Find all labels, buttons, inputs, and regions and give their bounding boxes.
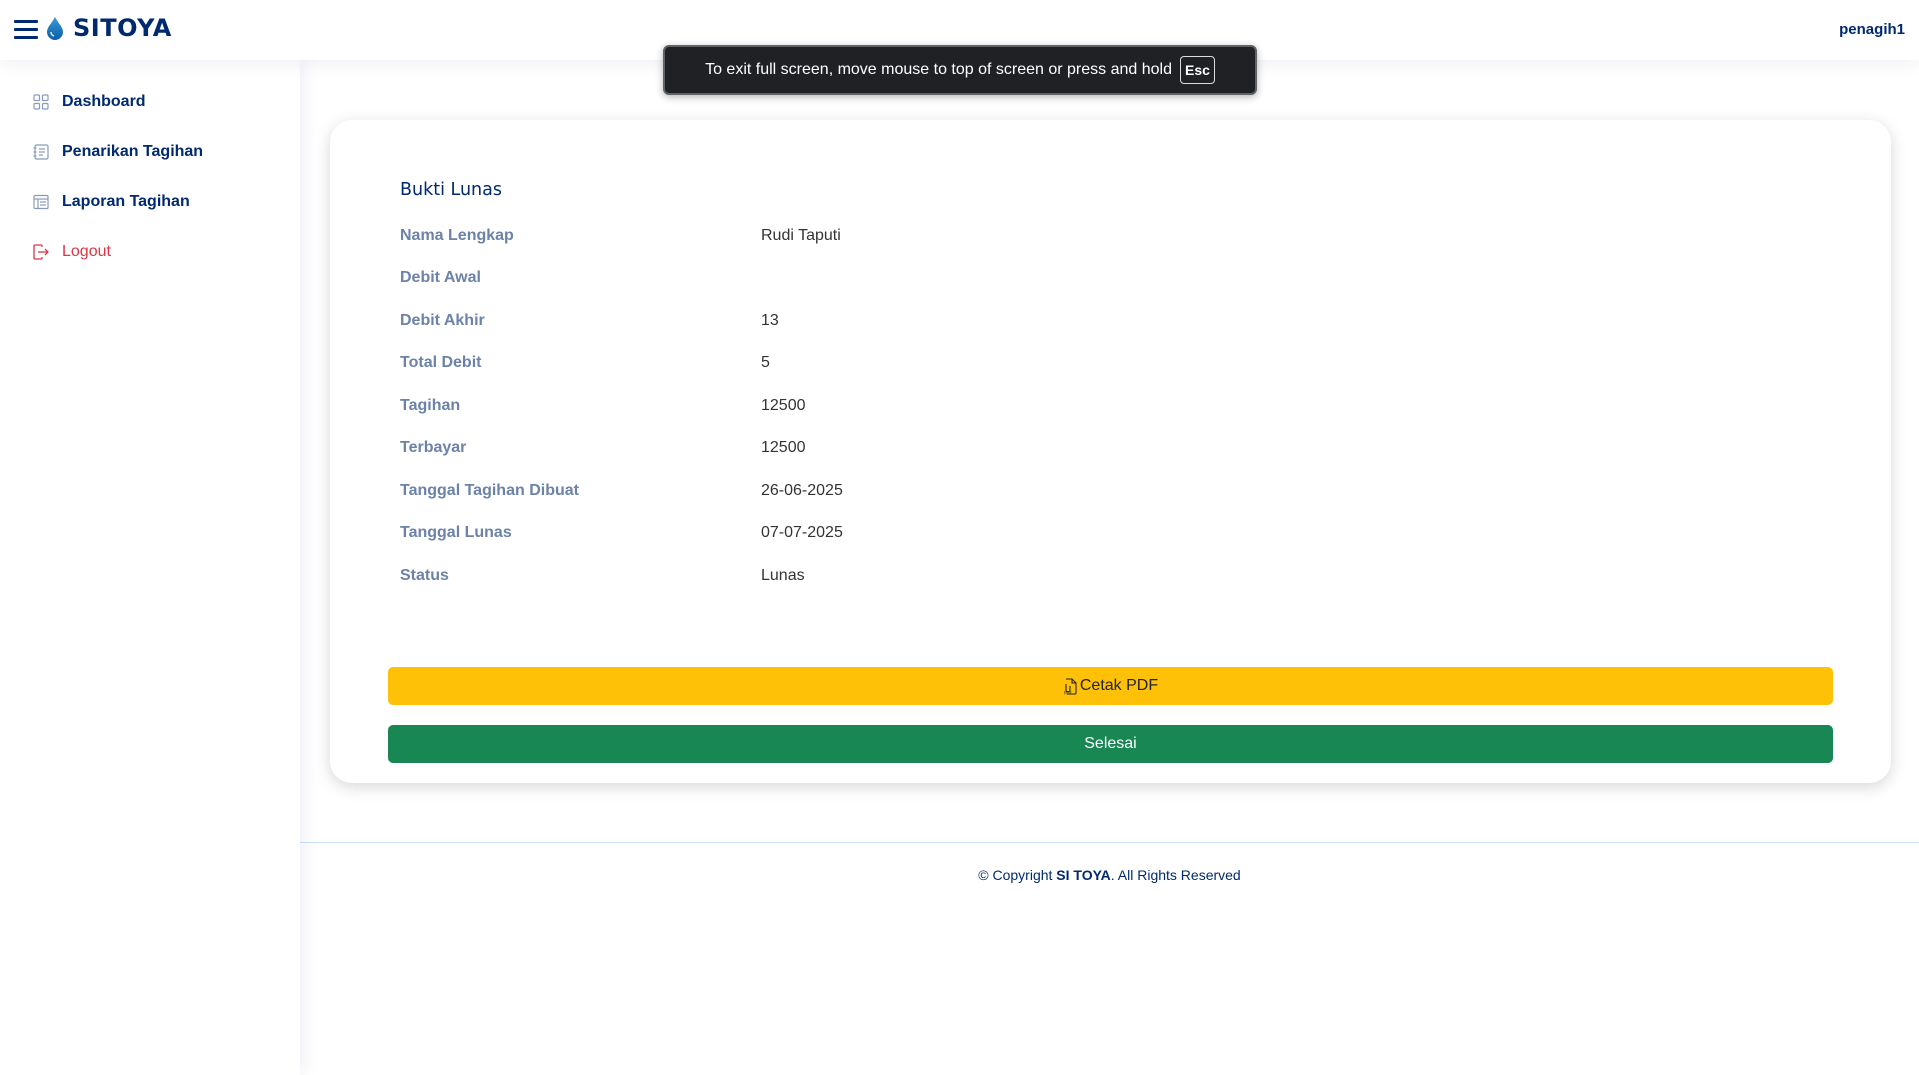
journal-icon [33,144,49,160]
detail-label: Tanggal Tagihan Dibuat [400,482,579,499]
sidebar: Dashboard Penarikan Tagihan Laporan Tagi… [0,60,300,1075]
detail-label: Nama Lengkap [400,227,514,244]
fullscreen-notice-message: To exit full screen, move mouse to top o… [705,61,1172,78]
detail-row-terbayar: Terbayar 12500 [400,439,1800,463]
brand-name: SITOYA [73,14,172,42]
svg-text:PDF: PDF [1064,690,1072,695]
esc-key-hint: Esc [1179,56,1215,84]
user-profile-name[interactable]: penagih1 [1839,21,1905,38]
done-button[interactable]: Selesai [388,725,1833,763]
grid-icon [33,94,49,110]
detail-row-total-debit: Total Debit 5 [400,354,1800,378]
print-pdf-label: Cetak PDF [1079,677,1159,694]
detail-label: Debit Akhir [400,312,485,329]
detail-label: Tagihan [400,397,461,414]
copyright-brand: SI TOYA [1056,867,1111,883]
sidebar-item-label: Logout [62,243,111,260]
sidebar-item-dashboard[interactable]: Dashboard [32,93,146,111]
sidebar-item-label: Dashboard [62,93,146,110]
detail-value: 07-07-2025 [761,524,843,541]
sidebar-item-laporan-tagihan[interactable]: Laporan Tagihan [32,193,190,211]
detail-value: 12500 [761,439,806,456]
copyright-suffix: . All Rights Reserved [1110,867,1241,883]
detail-label: Debit Awal [400,269,481,286]
table-icon [33,194,49,210]
detail-value: Rudi Taputi [761,227,841,244]
detail-value: 5 [761,354,770,371]
sidebar-item-logout[interactable]: Logout [32,243,111,261]
detail-value: 13 [761,312,779,329]
logo[interactable]: SITOYA [45,14,172,42]
detail-row-status: Status Lunas [400,567,1800,591]
file-pdf-icon: PDF [1064,677,1077,695]
detail-label: Total Debit [400,354,482,371]
sidebar-item-label: Laporan Tagihan [62,193,190,210]
fullscreen-exit-notice: To exit full screen, move mouse to top o… [663,45,1257,95]
copyright-text: © Copyright SI TOYA. All Rights Reserved [300,867,1919,883]
detail-label: Status [400,567,449,584]
detail-row-debit-akhir: Debit Akhir 13 [400,312,1800,336]
copyright-prefix: © Copyright [978,867,1057,883]
water-drop-icon [47,17,63,40]
main-content: Bukti Lunas Nama Lengkap Rudi Taputi Deb… [300,60,1919,1075]
card-title: Bukti Lunas [400,180,502,200]
print-pdf-button[interactable]: PDF Cetak PDF [388,667,1833,705]
detail-value: 12500 [761,397,806,414]
detail-row-tagihan: Tagihan 12500 [400,397,1800,421]
sidebar-item-label: Penarikan Tagihan [62,143,204,160]
receipt-card: Bukti Lunas Nama Lengkap Rudi Taputi Deb… [330,120,1891,783]
detail-value: 26-06-2025 [761,482,843,499]
detail-value: Lunas [761,567,805,584]
menu-toggle-icon[interactable] [14,19,38,39]
detail-row-tanggal-tagihan-dibuat: Tanggal Tagihan Dibuat 26-06-2025 [400,482,1800,506]
detail-row-tanggal-lunas: Tanggal Lunas 07-07-2025 [400,524,1800,548]
detail-row-debit-awal: Debit Awal [400,269,1800,293]
detail-row-nama-lengkap: Nama Lengkap Rudi Taputi [400,227,1800,251]
detail-label: Terbayar [400,439,467,456]
detail-label: Tanggal Lunas [400,524,512,541]
sidebar-item-penarikan-tagihan[interactable]: Penarikan Tagihan [32,143,203,161]
footer: © Copyright SI TOYA. All Rights Reserved [300,842,1919,902]
box-arrow-right-icon [33,244,49,260]
